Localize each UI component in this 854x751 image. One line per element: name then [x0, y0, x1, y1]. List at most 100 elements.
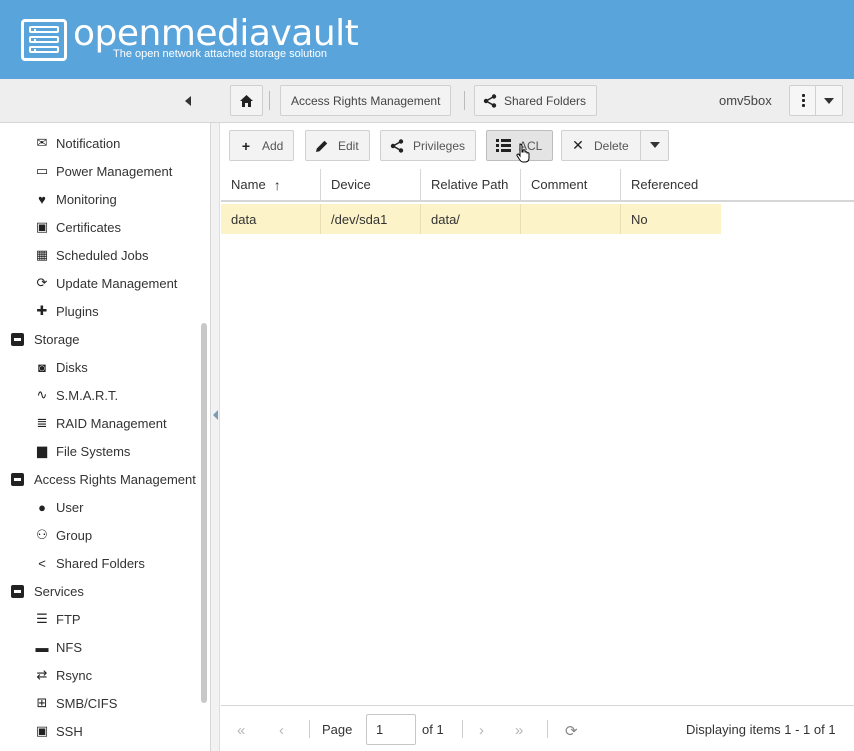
breadcrumb-shared-folders[interactable]: Shared Folders	[474, 85, 598, 116]
breadcrumb-access-rights[interactable]: Access Rights Management	[280, 85, 452, 116]
sidebar-item-label: SMB/CIFS	[56, 695, 118, 711]
next-page-icon[interactable]: ›	[479, 722, 484, 739]
privileges-label: Privileges	[413, 138, 466, 153]
edit-button[interactable]: Edit	[305, 130, 370, 161]
delete-dropdown-button[interactable]	[640, 130, 669, 161]
more-options-button[interactable]	[790, 86, 817, 115]
column-header-referenced[interactable]: Referenced	[621, 169, 721, 200]
users-icon: ⚇	[36, 527, 48, 542]
home-icon	[240, 94, 253, 107]
previous-page-icon[interactable]: ‹	[279, 722, 284, 739]
page-count-label: of 1	[422, 722, 444, 737]
collapse-sidebar-button[interactable]	[176, 93, 200, 109]
sidebar-item-smb-cifs[interactable]: ⊞ SMB/CIFS	[34, 689, 118, 717]
sidebar-item-label: Monitoring	[56, 191, 117, 207]
edit-label: Edit	[338, 138, 359, 153]
breadcrumb-label: Shared Folders	[504, 93, 587, 108]
sidebar-item-label: Power Management	[56, 163, 173, 179]
sidebar-item-monitoring[interactable]: ♥ Monitoring	[34, 185, 117, 213]
delete-button[interactable]: ✕ Delete	[561, 130, 641, 161]
sidebar-item-label: NFS	[56, 639, 82, 655]
delete-label: Delete	[594, 138, 629, 153]
column-header-device[interactable]: Device	[321, 169, 421, 200]
sidebar-splitter[interactable]	[211, 123, 220, 751]
sidebar-item-ftp[interactable]: ☰ FTP	[34, 605, 81, 633]
splitter-arrow-icon	[213, 410, 218, 420]
sidebar-item-group[interactable]: ⚇ Group	[34, 521, 92, 549]
sidebar-item-power-management[interactable]: ▭ Power Management	[34, 157, 173, 185]
caret-left-icon	[185, 96, 191, 106]
cell-device: /dev/sda1	[321, 204, 421, 234]
sidebar-item-user[interactable]: ● User	[34, 493, 83, 521]
paging-toolbar: « ‹ Page of 1 › » ⟳ Displaying items 1 -…	[221, 705, 854, 751]
page-number-input[interactable]	[366, 714, 416, 745]
puzzle-icon: ✚	[36, 303, 48, 318]
add-label: Add	[262, 138, 284, 153]
sidebar-item-label: Access Rights Management	[34, 471, 196, 487]
column-header-name[interactable]: Name ↑	[221, 169, 321, 200]
last-page-icon[interactable]: »	[515, 722, 523, 739]
sidebar-item-label: RAID Management	[56, 415, 167, 431]
sidebar-item-update-management[interactable]: ⟳ Update Management	[34, 269, 178, 297]
heartbeat-icon: ♥	[38, 191, 46, 207]
column-header-comment[interactable]: Comment	[521, 169, 621, 200]
hostname-label: omv5box	[719, 93, 772, 108]
sidebar-item-label: Certificates	[56, 219, 122, 235]
menu-dropdown-button[interactable]	[816, 86, 842, 115]
refresh-icon[interactable]: ⟳	[565, 722, 578, 740]
refresh-icon: ⟳	[36, 275, 48, 290]
sidebar-item-ssh[interactable]: ▣ SSH	[34, 717, 83, 745]
share-icon: <	[38, 555, 46, 571]
sidebar-item-shared-folders[interactable]: < Shared Folders	[34, 549, 145, 577]
close-icon: ✕	[572, 137, 584, 153]
sort-ascending-icon: ↑	[273, 176, 281, 193]
page-label: Page	[322, 722, 353, 737]
pencil-icon	[314, 138, 330, 154]
column-header-relative-path[interactable]: Relative Path	[421, 169, 521, 200]
sidebar-item-label: SSH	[56, 723, 83, 739]
user-icon: ●	[38, 499, 46, 515]
table-row[interactable]: data /dev/sda1 data/ No	[221, 204, 721, 234]
sidebar-item-label: Disks	[56, 359, 88, 375]
sidebar-item-label: FTP	[56, 611, 81, 627]
app-header: openmediavault The open network attached…	[0, 0, 854, 79]
pager-separator	[462, 720, 463, 738]
first-page-icon[interactable]: «	[237, 722, 245, 739]
collapse-icon[interactable]	[11, 472, 24, 486]
cell-comment	[521, 204, 621, 234]
sidebar-item-s-m-a-r-t[interactable]: ∿ S.M.A.R.T.	[34, 381, 119, 409]
sidebar-item-file-systems[interactable]: ▆ File Systems	[34, 437, 130, 465]
sidebar-item-nfs[interactable]: ▬ NFS	[34, 633, 83, 661]
sidebar-item-scheduled-jobs[interactable]: ▦ Scheduled Jobs	[34, 241, 149, 269]
navigation-sidebar: ✉ Notification ▭ Power Management ♥ Monitorin…	[0, 123, 211, 751]
privileges-button[interactable]: Privileges	[380, 130, 477, 161]
sidebar-item-label: Services	[34, 583, 84, 599]
sidebar-item-access-rights-management[interactable]: Access Rights Management	[11, 465, 196, 493]
collapse-icon[interactable]	[11, 584, 24, 598]
user-menu-group	[789, 85, 843, 116]
sidebar-item-services[interactable]: Services	[11, 577, 84, 605]
sidebar-item-raid-management[interactable]: ≣ RAID Management	[34, 409, 167, 437]
caret-down-icon	[650, 142, 660, 148]
sidebar-item-disks[interactable]: ◙ Disks	[34, 353, 88, 381]
pager-separator	[547, 720, 548, 738]
sidebar-item-label: Shared Folders	[56, 555, 145, 571]
sidebar-scrollbar[interactable]	[201, 323, 207, 703]
sidebar-item-storage[interactable]: Storage	[11, 325, 80, 353]
pager-separator	[309, 720, 310, 738]
plus-icon: +	[241, 137, 251, 154]
share-icon	[389, 138, 405, 154]
add-button[interactable]: + Add	[229, 130, 295, 161]
harddisk-icon: ◙	[38, 359, 46, 375]
sidebar-item-rsync[interactable]: ⇄ Rsync	[34, 661, 93, 689]
sync-icon: ⇄	[36, 667, 48, 682]
sidebar-item-plugins[interactable]: ✚ Plugins	[34, 297, 99, 325]
windows-icon: ⊞	[36, 695, 48, 710]
collapse-icon[interactable]	[11, 332, 24, 346]
sidebar-item-certificates[interactable]: ▣ Certificates	[34, 213, 121, 241]
breadcrumb-home[interactable]	[230, 85, 263, 116]
breadcrumb-separator	[269, 91, 270, 110]
sidebar-item-label: File Systems	[56, 443, 131, 459]
sidebar-item-notification[interactable]: ✉ Notification	[34, 129, 121, 157]
cell-name: data	[221, 204, 321, 234]
